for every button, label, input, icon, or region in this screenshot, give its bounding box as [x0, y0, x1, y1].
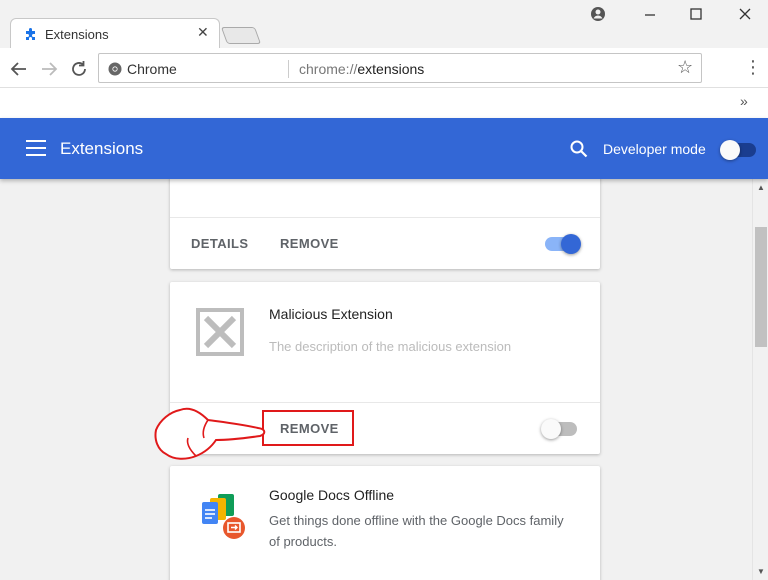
page-title: Extensions: [60, 139, 144, 158]
extension-description: The description of the malicious extensi…: [269, 339, 512, 354]
extension-name: Malicious Extension: [269, 306, 393, 322]
extension-name: Google Docs Offline: [269, 487, 395, 503]
developer-mode-toggle[interactable]: [720, 140, 756, 160]
page-scrollbar[interactable]: ▲ ▼: [752, 179, 768, 580]
url-host: extensions: [357, 61, 425, 77]
broken-extension-icon: [196, 308, 244, 356]
omnibox-divider: [288, 60, 289, 78]
close-window-icon[interactable]: [735, 4, 755, 24]
toggle-knob: [720, 140, 740, 160]
google-docs-offline-icon: [202, 494, 245, 539]
chrome-icon: [108, 62, 122, 76]
developer-mode-label: Developer mode: [603, 141, 706, 157]
reload-icon[interactable]: [68, 58, 90, 80]
remove-button[interactable]: REMOVE: [280, 236, 339, 251]
bookmarks-overflow-icon[interactable]: »: [740, 93, 748, 109]
minimize-icon[interactable]: [640, 4, 660, 24]
extension-description: Get things done offline with the Google …: [269, 513, 564, 549]
browser-menu-icon[interactable]: ⋮: [744, 58, 762, 76]
close-tab-icon[interactable]: ✕: [197, 24, 209, 41]
search-icon[interactable]: [569, 139, 589, 159]
browser-toolbar: Chrome chrome://extensions ☆: [0, 48, 768, 88]
url-text[interactable]: chrome://extensions: [299, 61, 424, 77]
bookmark-bar: »: [0, 88, 768, 118]
maximize-icon[interactable]: [686, 4, 706, 24]
extensions-list: DETAILS REMOVE Malicious Extension The d…: [0, 179, 752, 580]
extension-card: DETAILS REMOVE: [170, 179, 600, 269]
scrollbar-thumb[interactable]: [755, 227, 767, 347]
site-label: Chrome: [127, 61, 177, 77]
puzzle-icon: [26, 28, 35, 40]
profile-icon[interactable]: [588, 4, 608, 24]
new-tab-button[interactable]: [220, 27, 262, 44]
extension-card-google-docs: Google Docs Offline Get things done offl…: [170, 466, 600, 580]
card-footer: DETAILS REMOVE: [170, 217, 600, 269]
tab-title: Extensions: [45, 27, 109, 42]
tab-extensions[interactable]: Extensions ✕: [10, 18, 220, 48]
back-icon[interactable]: [8, 58, 30, 80]
extension-enable-toggle[interactable]: [545, 234, 581, 254]
extensions-header: Extensions Developer mode: [0, 118, 768, 179]
forward-icon[interactable]: [38, 58, 60, 80]
toggle-knob: [541, 419, 561, 439]
scroll-down-icon[interactable]: ▼: [757, 567, 765, 576]
details-button[interactable]: DETAILS: [191, 236, 248, 251]
menu-icon[interactable]: [26, 140, 46, 156]
pointing-hand-icon: [154, 407, 266, 460]
address-bar[interactable]: Chrome chrome://extensions ☆: [98, 53, 702, 83]
scroll-up-icon[interactable]: ▲: [757, 183, 765, 192]
bookmark-star-icon[interactable]: ☆: [677, 57, 693, 78]
toggle-knob: [561, 234, 581, 254]
tab-strip: Extensions ✕: [0, 0, 768, 48]
url-scheme: chrome://: [299, 61, 358, 77]
extension-enable-toggle[interactable]: [541, 419, 577, 439]
